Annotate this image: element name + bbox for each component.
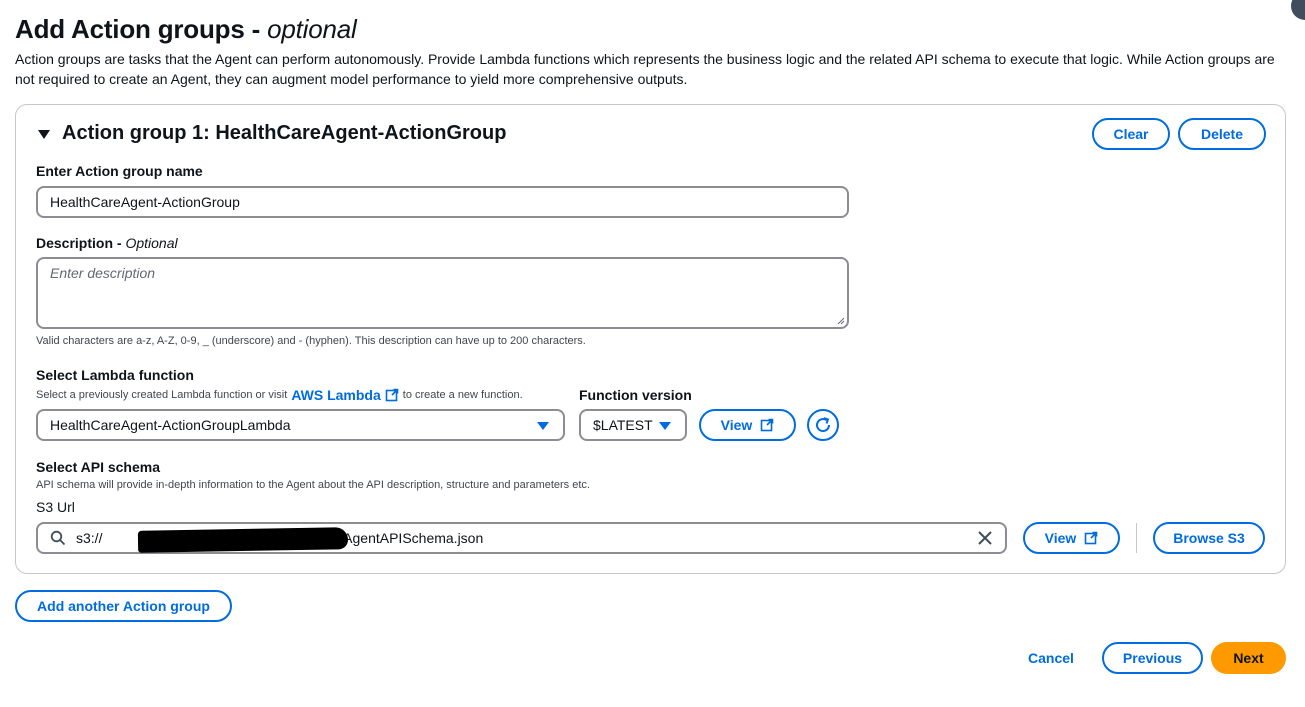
previous-button[interactable]: Previous <box>1102 642 1203 674</box>
divider <box>1136 523 1137 553</box>
clear-icon[interactable] <box>977 530 993 546</box>
external-link-icon <box>1085 531 1098 545</box>
page-description: Action groups are tasks that the Agent c… <box>15 51 1275 87</box>
external-link-icon <box>761 418 774 432</box>
s3-url-input[interactable]: s3:// /HealthCareAgentAPISchema.json <box>36 522 1007 554</box>
add-action-group-button[interactable]: Add another Action group <box>15 590 232 622</box>
action-group-name-value: HealthCareAgent-ActionGroup <box>50 194 240 210</box>
lambda-select[interactable]: HealthCareAgent-ActionGroupLambda <box>36 409 565 441</box>
refresh-button[interactable] <box>807 409 839 441</box>
action-group-title: Action group 1: HealthCareAgent-ActionGr… <box>62 122 507 144</box>
s3-url-prefix: s3:// <box>76 530 103 546</box>
view-lambda-button[interactable]: View <box>699 409 796 441</box>
lambda-label: Select Lambda function <box>36 367 194 383</box>
aws-lambda-link[interactable]: AWS Lambda <box>291 387 380 403</box>
caret-down-icon[interactable] <box>38 129 50 139</box>
refresh-icon <box>816 417 831 433</box>
api-schema-label: Select API schema <box>36 459 160 475</box>
lambda-hint: Select a previously created Lambda funct… <box>36 387 523 403</box>
dropdown-caret-icon <box>659 422 671 430</box>
browse-s3-button[interactable]: Browse S3 <box>1153 522 1265 554</box>
description-hint: Valid characters are a-z, A-Z, 0-9, _ (u… <box>36 335 586 347</box>
description-placeholder: Enter description <box>50 265 156 281</box>
corner-avatar <box>1291 0 1305 20</box>
redaction-mark <box>137 527 349 553</box>
view-schema-button[interactable]: View <box>1023 522 1120 554</box>
next-button[interactable]: Next <box>1211 642 1286 674</box>
cancel-button[interactable]: Cancel <box>1028 650 1074 666</box>
function-version-value: $LATEST <box>593 417 653 433</box>
page-title: Add Action groups - optional <box>15 14 357 44</box>
function-version-select[interactable]: $LATEST <box>579 409 687 441</box>
external-link-icon[interactable] <box>385 388 399 402</box>
resize-grip-icon[interactable] <box>837 317 845 325</box>
description-label: Description - Optional <box>36 235 178 251</box>
function-version-label: Function version <box>579 387 692 403</box>
dropdown-caret-icon <box>537 422 549 430</box>
lambda-select-value: HealthCareAgent-ActionGroupLambda <box>50 417 291 433</box>
action-group-name-input[interactable]: HealthCareAgent-ActionGroup <box>36 186 849 218</box>
delete-button[interactable]: Delete <box>1178 118 1266 150</box>
clear-button[interactable]: Clear <box>1092 118 1170 150</box>
search-icon <box>50 530 66 546</box>
action-group-header[interactable]: Action group 1: HealthCareAgent-ActionGr… <box>38 122 506 145</box>
description-textarea[interactable]: Enter description <box>36 257 849 329</box>
action-group-name-label: Enter Action group name <box>36 163 203 179</box>
api-schema-hint: API schema will provide in-depth informa… <box>36 479 590 491</box>
s3-url-label: S3 Url <box>36 499 75 515</box>
action-group-card: Action group 1: HealthCareAgent-ActionGr… <box>15 104 1286 574</box>
